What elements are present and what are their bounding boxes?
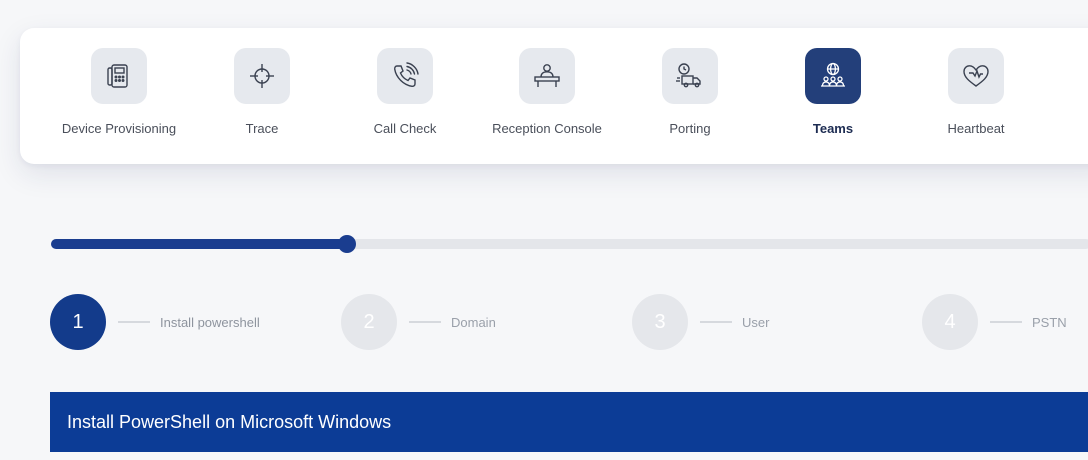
section-header: Install PowerShell on Microsoft Windows — [50, 392, 1088, 452]
delivery-truck-icon — [662, 48, 718, 104]
reception-desk-icon — [519, 48, 575, 104]
tool-reception-console[interactable]: Reception Console — [467, 48, 627, 136]
crosshair-icon — [234, 48, 290, 104]
step-label: Install powershell — [160, 314, 260, 330]
step-number: 1 — [50, 294, 106, 350]
step-user[interactable]: 3 User — [632, 294, 769, 350]
tools-toolbar: Device Provisioning Trace Call Check Rec… — [20, 28, 1088, 164]
tool-label: Trace — [245, 121, 279, 136]
step-label: PSTN — [1032, 314, 1067, 330]
tool-call-check[interactable]: Call Check — [325, 48, 485, 136]
tool-teams[interactable]: Teams — [753, 48, 913, 136]
step-divider — [409, 321, 441, 323]
tool-label: Teams — [812, 121, 854, 136]
tool-heartbeat[interactable]: Heartbeat — [896, 48, 1056, 136]
step-pstn[interactable]: 4 PSTN — [922, 294, 1067, 350]
tool-trace[interactable]: Trace — [182, 48, 342, 136]
progress-bar — [51, 235, 1088, 253]
step-label: User — [742, 314, 770, 330]
step-label: Domain — [451, 314, 496, 330]
phone-ringing-icon — [377, 48, 433, 104]
progress-fill — [51, 239, 348, 249]
step-divider — [118, 321, 150, 323]
tool-label: Call Check — [373, 121, 437, 136]
step-number: 3 — [632, 294, 688, 350]
heart-pulse-icon — [948, 48, 1004, 104]
tool-device-provisioning[interactable]: Device Provisioning — [39, 48, 199, 136]
progress-handle — [338, 235, 357, 253]
section-title: Install PowerShell on Microsoft Windows — [67, 411, 392, 432]
step-domain[interactable]: 2 Domain — [341, 294, 496, 350]
step-number: 4 — [922, 294, 978, 350]
teams-setup-page: Device Provisioning Trace Call Check Rec… — [0, 0, 1088, 460]
step-install-powershell[interactable]: 1 Install powershell — [50, 294, 260, 350]
tool-label: Porting — [669, 121, 711, 136]
team-globe-icon — [805, 48, 861, 104]
tool-label: Device Provisioning — [61, 121, 177, 136]
tool-porting[interactable]: Porting — [610, 48, 770, 136]
tool-label: Reception Console — [492, 121, 602, 136]
step-divider — [990, 321, 1022, 323]
desk-phone-icon — [91, 48, 147, 104]
tool-label: Heartbeat — [947, 121, 1005, 136]
step-number: 2 — [341, 294, 397, 350]
step-divider — [700, 321, 732, 323]
